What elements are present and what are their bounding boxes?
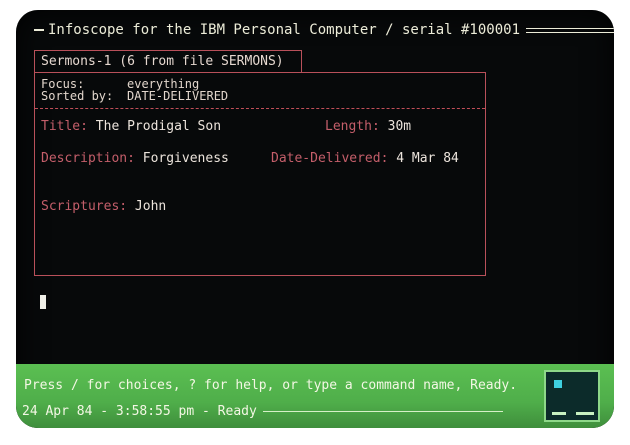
scriptures-field[interactable]: Scriptures: John	[41, 199, 166, 214]
text-cursor[interactable]	[40, 295, 46, 309]
length-field[interactable]: Length: 30m	[325, 119, 411, 134]
title-rule	[526, 27, 614, 33]
command-prompt: Press / for choices, ? for help, or type…	[24, 378, 518, 393]
status-rule	[262, 411, 503, 412]
description-field-label: Description:	[41, 151, 135, 166]
title-field-label: Title:	[41, 119, 88, 134]
panel-divider	[35, 108, 485, 109]
title-field[interactable]: Title: The Prodigal Son	[41, 119, 221, 134]
monitor-bezel: Infoscope for the IBM Personal Computer …	[0, 0, 630, 445]
crt-screen: Infoscope for the IBM Personal Computer …	[16, 10, 614, 428]
status-timestamp: 24 Apr 84 - 3:58:55 pm - Ready	[22, 404, 257, 419]
window-titlebar: Infoscope for the IBM Personal Computer …	[34, 18, 614, 42]
mini-indicator-icon	[544, 370, 600, 422]
indicator-dot	[554, 380, 562, 388]
sort-value: DATE-DELIVERED	[127, 89, 229, 103]
scriptures-field-value: John	[134, 199, 167, 214]
title-tick-mark	[34, 29, 44, 31]
record-panel: Focus: everything Sorted by: DATE-DELIVERE…	[34, 72, 486, 276]
scriptures-field-label: Scriptures:	[41, 199, 128, 214]
indicator-bar-right	[576, 412, 594, 415]
window-title: Infoscope for the IBM Personal Computer …	[48, 22, 521, 38]
date-delivered-field-value: 4 Mar 84	[396, 151, 459, 166]
view-tab-label: Sermons-1 (6 from file SERMONS)	[41, 54, 284, 69]
status-line: 24 Apr 84 - 3:58:55 pm - Ready	[22, 404, 503, 419]
description-field[interactable]: Description: Forgiveness	[41, 151, 229, 166]
date-delivered-field-label: Date-Delivered:	[271, 151, 389, 166]
sort-label: Sorted by:	[41, 89, 114, 103]
date-delivered-field[interactable]: Date-Delivered: 4 Mar 84	[271, 151, 459, 166]
sort-line: Sorted by: DATE-DELIVERED	[41, 89, 228, 103]
title-field-value: The Prodigal Son	[95, 119, 222, 134]
length-field-label: Length:	[325, 119, 380, 134]
indicator-bar-left	[552, 412, 566, 415]
length-field-value: 30m	[387, 119, 412, 134]
view-tab[interactable]: Sermons-1 (6 from file SERMONS)	[34, 50, 302, 72]
status-bar: Press / for choices, ? for help, or type…	[16, 364, 614, 428]
description-field-value: Forgiveness	[142, 151, 229, 166]
